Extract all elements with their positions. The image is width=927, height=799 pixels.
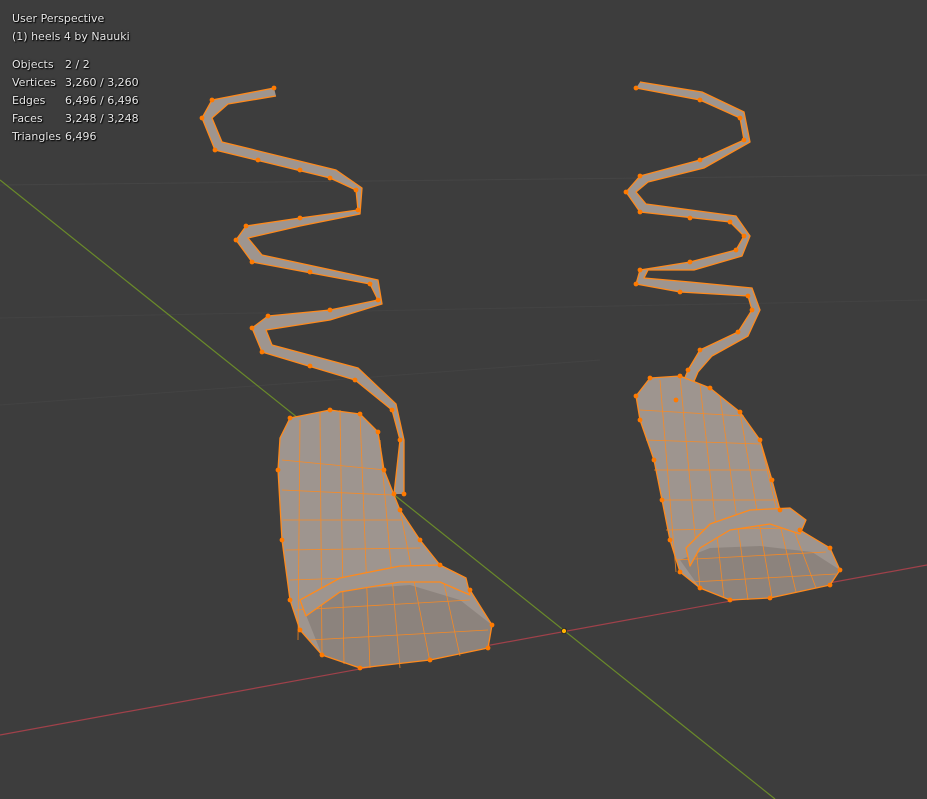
statistics-panel: Objects 2 / 2 Vertices 3,260 / 3,260 Edg…: [12, 56, 139, 146]
right-spiral-wire: [625, 87, 753, 401]
stat-label: Edges: [12, 94, 46, 107]
origin-point[interactable]: [561, 628, 568, 635]
stat-value: 3,248 / 3,248: [65, 112, 139, 125]
stat-row-edges: Edges 6,496 / 6,496: [12, 92, 139, 110]
overlay-spacer: [12, 46, 139, 56]
stat-value: 3,260 / 3,260: [65, 76, 139, 89]
3d-viewport[interactable]: User Perspective (1) heels 4 by Nauuki O…: [0, 0, 927, 799]
viewport-scene[interactable]: [0, 0, 927, 799]
stat-label: Vertices: [12, 76, 56, 89]
right-spiral-strap: [626, 82, 760, 400]
grid-line: [0, 174, 927, 186]
stat-row-faces: Faces 3,248 / 3,248: [12, 110, 139, 128]
grid-line: [0, 299, 927, 319]
view-name: User Perspective: [12, 12, 105, 25]
stat-row-triangles: Triangles 6,496: [12, 128, 139, 146]
stat-value: 6,496: [65, 130, 97, 143]
stat-label: Faces: [12, 112, 43, 125]
stat-row-objects: Objects 2 / 2: [12, 56, 139, 74]
grid-line: [0, 359, 601, 406]
stat-row-vertices: Vertices 3,260 / 3,260: [12, 74, 139, 92]
object-info: (1) heels 4 by Nauuki: [12, 30, 130, 43]
stat-value: 6,496 / 6,496: [65, 94, 139, 107]
stat-value: 2 / 2: [65, 58, 90, 71]
stat-label: Triangles: [12, 130, 61, 143]
stat-label: Objects: [12, 58, 54, 71]
viewport-text-overlay: User Perspective (1) heels 4 by Nauuki O…: [12, 10, 139, 146]
left-heel-mesh[interactable]: [199, 85, 495, 671]
right-heel-mesh[interactable]: [623, 81, 843, 603]
